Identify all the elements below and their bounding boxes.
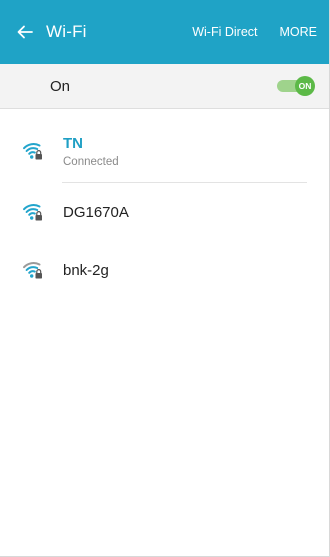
wifi-toggle-row[interactable]: On ON [0, 64, 329, 109]
network-name: bnk-2g [63, 261, 109, 279]
wifi-switch[interactable]: ON [277, 76, 315, 96]
network-status: Connected [63, 155, 119, 168]
appbar-actions: Wi-Fi Direct MORE [192, 25, 329, 39]
app-bar: Wi-Fi Wi-Fi Direct MORE [0, 0, 329, 64]
page-title: Wi-Fi [46, 22, 87, 41]
network-item-tn[interactable]: TN Connected [0, 119, 329, 183]
switch-thumb: ON [295, 76, 315, 96]
arrow-left-icon[interactable] [14, 21, 36, 43]
network-texts: DG1670A [63, 204, 129, 221]
network-name: DG1670A [63, 203, 129, 221]
network-texts: TN Connected [63, 135, 119, 168]
more-button[interactable]: MORE [280, 25, 318, 39]
network-item-dg1670a[interactable]: DG1670A [0, 183, 329, 241]
wifi-locked-icon [23, 204, 42, 221]
network-name: TN [63, 134, 83, 152]
wifi-locked-icon [23, 262, 42, 279]
toggle-label: On [50, 77, 71, 95]
wifi-direct-button[interactable]: Wi-Fi Direct [192, 25, 257, 39]
network-texts: bnk-2g [63, 262, 109, 279]
wifi-settings-screen: Wi-Fi Wi-Fi Direct MORE On ON TN Connect [0, 0, 330, 557]
network-item-bnk-2g[interactable]: bnk-2g [0, 241, 329, 299]
network-list: TN Connected DG1670A bnk-2g [0, 109, 329, 299]
wifi-locked-icon [23, 143, 42, 160]
